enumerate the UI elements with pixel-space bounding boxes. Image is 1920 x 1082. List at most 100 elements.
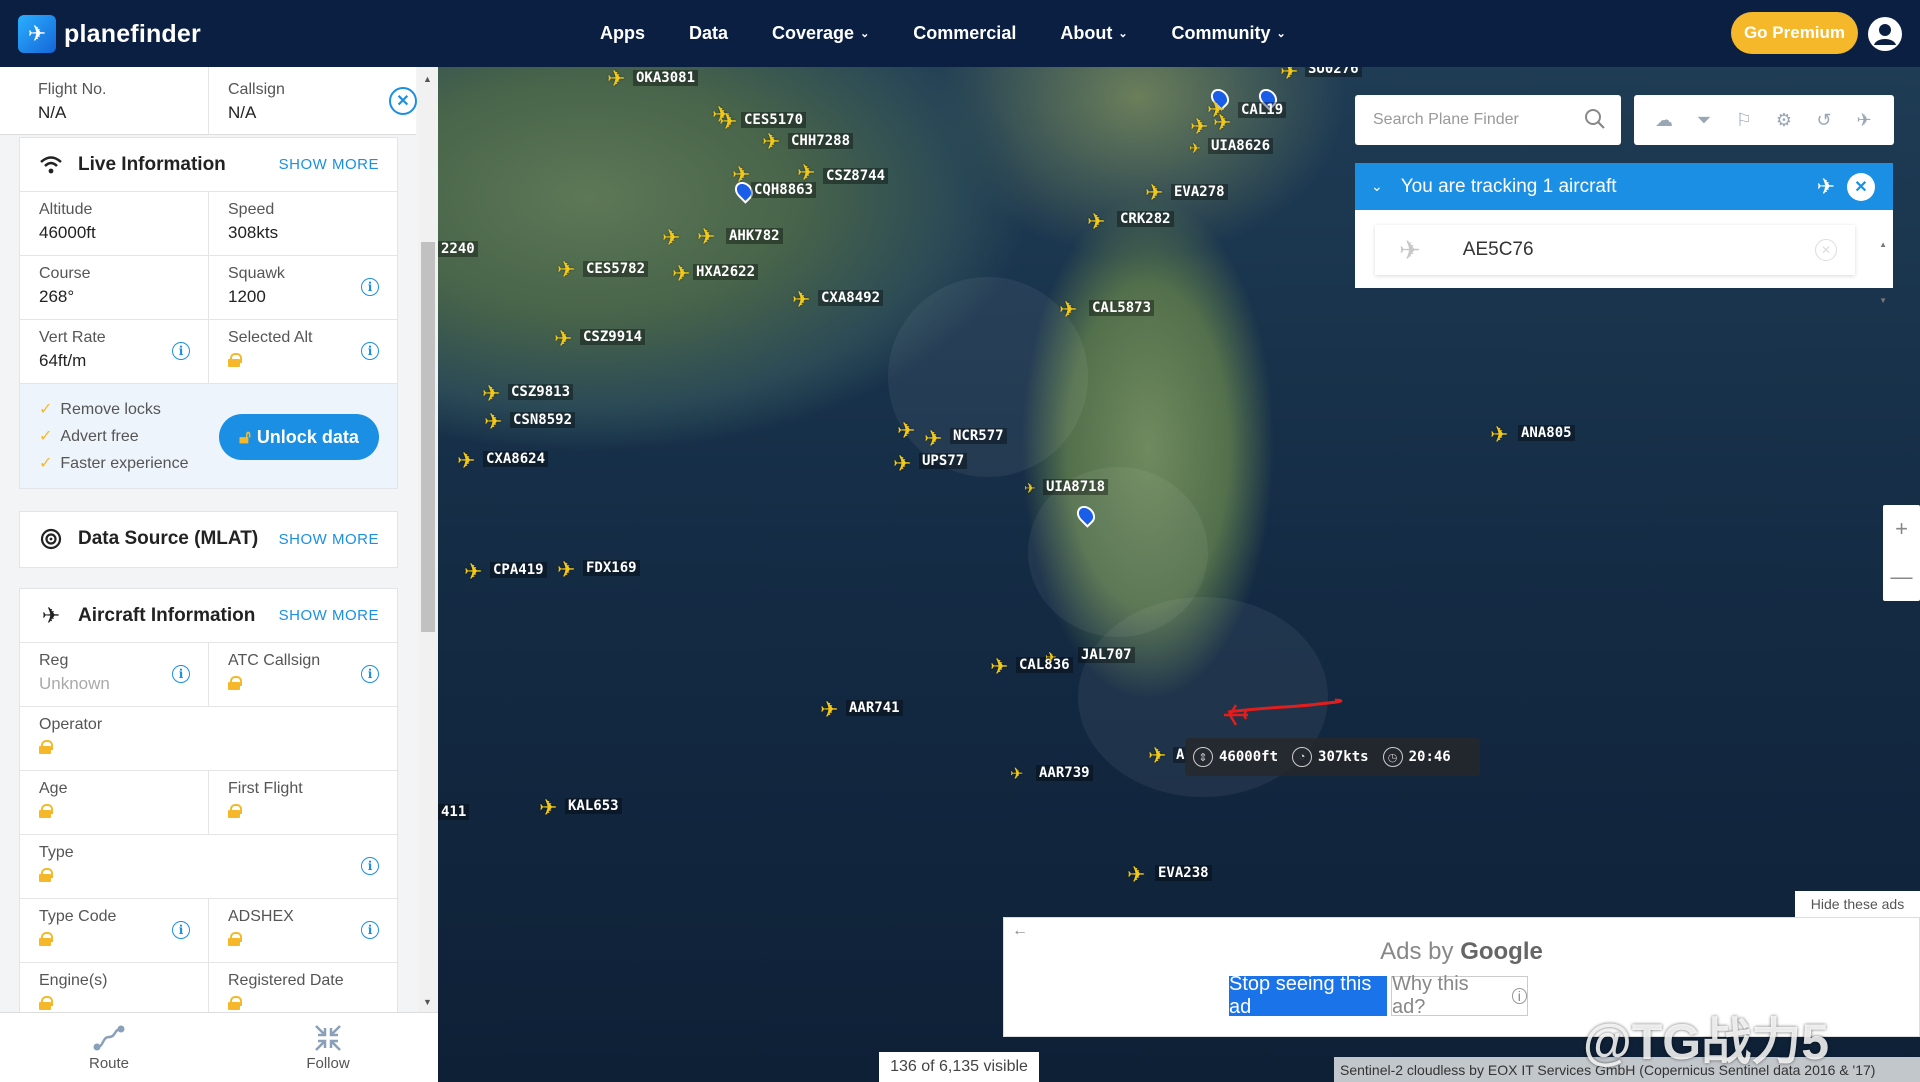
aircraft-label[interactable]: AHK782: [726, 228, 783, 244]
nav-commercial[interactable]: Commercial: [913, 23, 1016, 44]
gear-icon[interactable]: ⚙: [1772, 108, 1796, 132]
aircraft-marker-icon[interactable]: ✈: [1280, 67, 1298, 83]
history-icon[interactable]: ↺: [1812, 108, 1836, 132]
nav-about[interactable]: About ⌄: [1060, 23, 1127, 44]
aircraft-label[interactable]: AAR739: [1036, 765, 1093, 781]
aircraft-label[interactable]: ANA805: [1518, 425, 1575, 441]
why-this-ad-button[interactable]: Why this ad? i: [1391, 973, 1528, 1018]
info-icon[interactable]: i: [361, 921, 379, 939]
aircraft-label[interactable]: EVA278: [1171, 184, 1228, 200]
aircraft-marker-icon[interactable]: ✈: [1087, 211, 1105, 233]
aircraft-label[interactable]: CSZ9914: [580, 329, 646, 345]
sidebar-scroll-thumb[interactable]: [421, 242, 435, 632]
aircraft-marker-icon[interactable]: ✈: [557, 259, 575, 281]
live-show-more-link[interactable]: SHOW MORE: [279, 156, 379, 173]
aircraft-marker-icon[interactable]: ✈: [697, 226, 715, 248]
aircraft-marker-icon[interactable]: ✈: [797, 162, 815, 184]
aircraft-show-more-link[interactable]: SHOW MORE: [279, 607, 379, 624]
tracked-aircraft-row[interactable]: ✈ AE5C76 ✕: [1375, 225, 1855, 275]
search-icon[interactable]: [1583, 107, 1607, 131]
aircraft-label[interactable]: OKA3081: [633, 70, 699, 86]
aircraft-label[interactable]: UIA8626: [1208, 138, 1274, 154]
info-icon[interactable]: i: [172, 921, 190, 939]
aircraft-label[interactable]: EVA238: [1155, 865, 1212, 881]
route-button[interactable]: Route: [59, 1021, 159, 1072]
aircraft-label[interactable]: CES5170: [741, 112, 807, 128]
tracked-aircraft-icon[interactable]: [1222, 701, 1250, 729]
aircraft-marker-icon[interactable]: ✈: [990, 656, 1008, 678]
zoom-out-button[interactable]: —: [1883, 553, 1920, 601]
aircraft-marker-icon[interactable]: ✈: [539, 797, 557, 819]
aircraft-label[interactable]: 2240: [438, 241, 478, 257]
plane-alert-icon[interactable]: ✈: [1852, 108, 1876, 132]
aircraft-marker-icon[interactable]: ✈: [924, 428, 942, 450]
aircraft-marker-icon[interactable]: ✈: [897, 420, 915, 442]
filter-icon[interactable]: ⏷: [1692, 108, 1716, 132]
search-input[interactable]: [1373, 109, 1573, 131]
go-premium-button[interactable]: Go Premium: [1731, 12, 1858, 54]
aircraft-marker-icon[interactable]: ✈: [1213, 112, 1231, 134]
aircraft-label[interactable]: JAL707: [1078, 647, 1135, 663]
aircraft-marker-icon[interactable]: ✈: [1145, 182, 1163, 204]
aircraft-label[interactable]: KAL653: [565, 798, 622, 814]
info-icon[interactable]: i: [361, 665, 379, 683]
aircraft-marker-icon[interactable]: ✈: [464, 561, 482, 583]
scroll-up-arrow[interactable]: ▲: [423, 74, 432, 84]
aircraft-marker-icon[interactable]: ✈: [1045, 646, 1057, 668]
user-account-icon[interactable]: [1868, 17, 1902, 51]
aircraft-marker-icon[interactable]: ✈: [792, 289, 810, 311]
aircraft-marker-icon[interactable]: ✈: [1148, 745, 1166, 767]
aircraft-label[interactable]: CXA8624: [483, 451, 549, 467]
cloud-icon[interactable]: ☁︎: [1652, 108, 1676, 132]
nav-coverage[interactable]: Coverage ⌄: [772, 23, 869, 44]
aircraft-marker-icon[interactable]: ✈: [1190, 116, 1208, 138]
info-icon[interactable]: i: [361, 857, 379, 875]
nav-community[interactable]: Community ⌄: [1172, 23, 1286, 44]
aircraft-label[interactable]: CSZ9813: [508, 384, 574, 400]
bookmark-icon[interactable]: ⚐: [1732, 108, 1756, 132]
unlock-data-button[interactable]: 🔓︎ Unlock data: [219, 414, 379, 460]
aircraft-marker-icon[interactable]: ✈: [1189, 137, 1201, 159]
aircraft-marker-icon[interactable]: ✈: [1010, 764, 1023, 786]
info-icon[interactable]: i: [172, 342, 190, 360]
aircraft-label[interactable]: CAL5873: [1089, 300, 1155, 316]
close-tracking-button[interactable]: ✕: [1847, 172, 1875, 201]
close-details-button[interactable]: ✕: [389, 87, 417, 115]
aircraft-label[interactable]: NCR577: [950, 428, 1007, 444]
info-icon[interactable]: i: [361, 342, 379, 360]
nav-apps[interactable]: Apps: [600, 23, 645, 44]
aircraft-label[interactable]: 411: [438, 804, 470, 820]
aircraft-marker-icon[interactable]: ✈: [554, 328, 572, 350]
aircraft-label[interactable]: CPA419: [490, 562, 547, 578]
aircraft-label[interactable]: UIA8718: [1043, 479, 1109, 495]
aircraft-marker-icon[interactable]: ✈: [820, 699, 838, 721]
aircraft-label[interactable]: UPS77: [919, 453, 968, 469]
aircraft-label[interactable]: CES5782: [583, 261, 649, 277]
planefinder-logo[interactable]: ✈ planefinder: [18, 15, 201, 53]
aircraft-marker-icon[interactable]: ✈: [1059, 299, 1077, 321]
zoom-in-button[interactable]: +: [1883, 505, 1920, 553]
follow-button[interactable]: Follow: [278, 1021, 378, 1072]
aircraft-label[interactable]: HXA2622: [693, 264, 759, 280]
aircraft-marker-icon[interactable]: ✈: [1490, 424, 1508, 446]
aircraft-label[interactable]: CSN8592: [510, 412, 576, 428]
aircraft-label[interactable]: CAL19: [1238, 102, 1287, 118]
aircraft-marker-icon[interactable]: ✈: [762, 131, 780, 153]
stop-seeing-ad-button[interactable]: Stop seeing this ad: [1229, 973, 1387, 1018]
info-icon[interactable]: i: [172, 665, 190, 683]
aircraft-label[interactable]: CRK282: [1117, 211, 1174, 227]
nav-data[interactable]: Data: [689, 23, 728, 44]
aircraft-marker-icon[interactable]: ✈: [662, 227, 680, 249]
aircraft-marker-icon[interactable]: ✈: [1127, 864, 1145, 886]
aircraft-label[interactable]: SU0276: [1305, 67, 1362, 77]
aircraft-marker-icon[interactable]: ✈: [893, 453, 911, 475]
aircraft-label[interactable]: CQH8863: [751, 182, 817, 198]
tracking-scroll-arrows[interactable]: ▲ ▼: [1879, 217, 1887, 329]
aircraft-marker-icon[interactable]: ✈: [672, 263, 690, 285]
info-icon[interactable]: i: [361, 278, 379, 296]
flight-map[interactable]: ✈ OKA3081 ✈ ✈ CES5170 ✈ CHH7288 ✈ CSZ874…: [438, 67, 1920, 1082]
aircraft-marker-icon[interactable]: ✈: [1024, 477, 1036, 499]
remove-tracked-icon[interactable]: ✕: [1815, 239, 1837, 261]
aircraft-label[interactable]: FDX169: [583, 560, 640, 576]
tracking-header[interactable]: ⌄ You are tracking 1 aircraft ✈ ✕: [1355, 163, 1893, 210]
